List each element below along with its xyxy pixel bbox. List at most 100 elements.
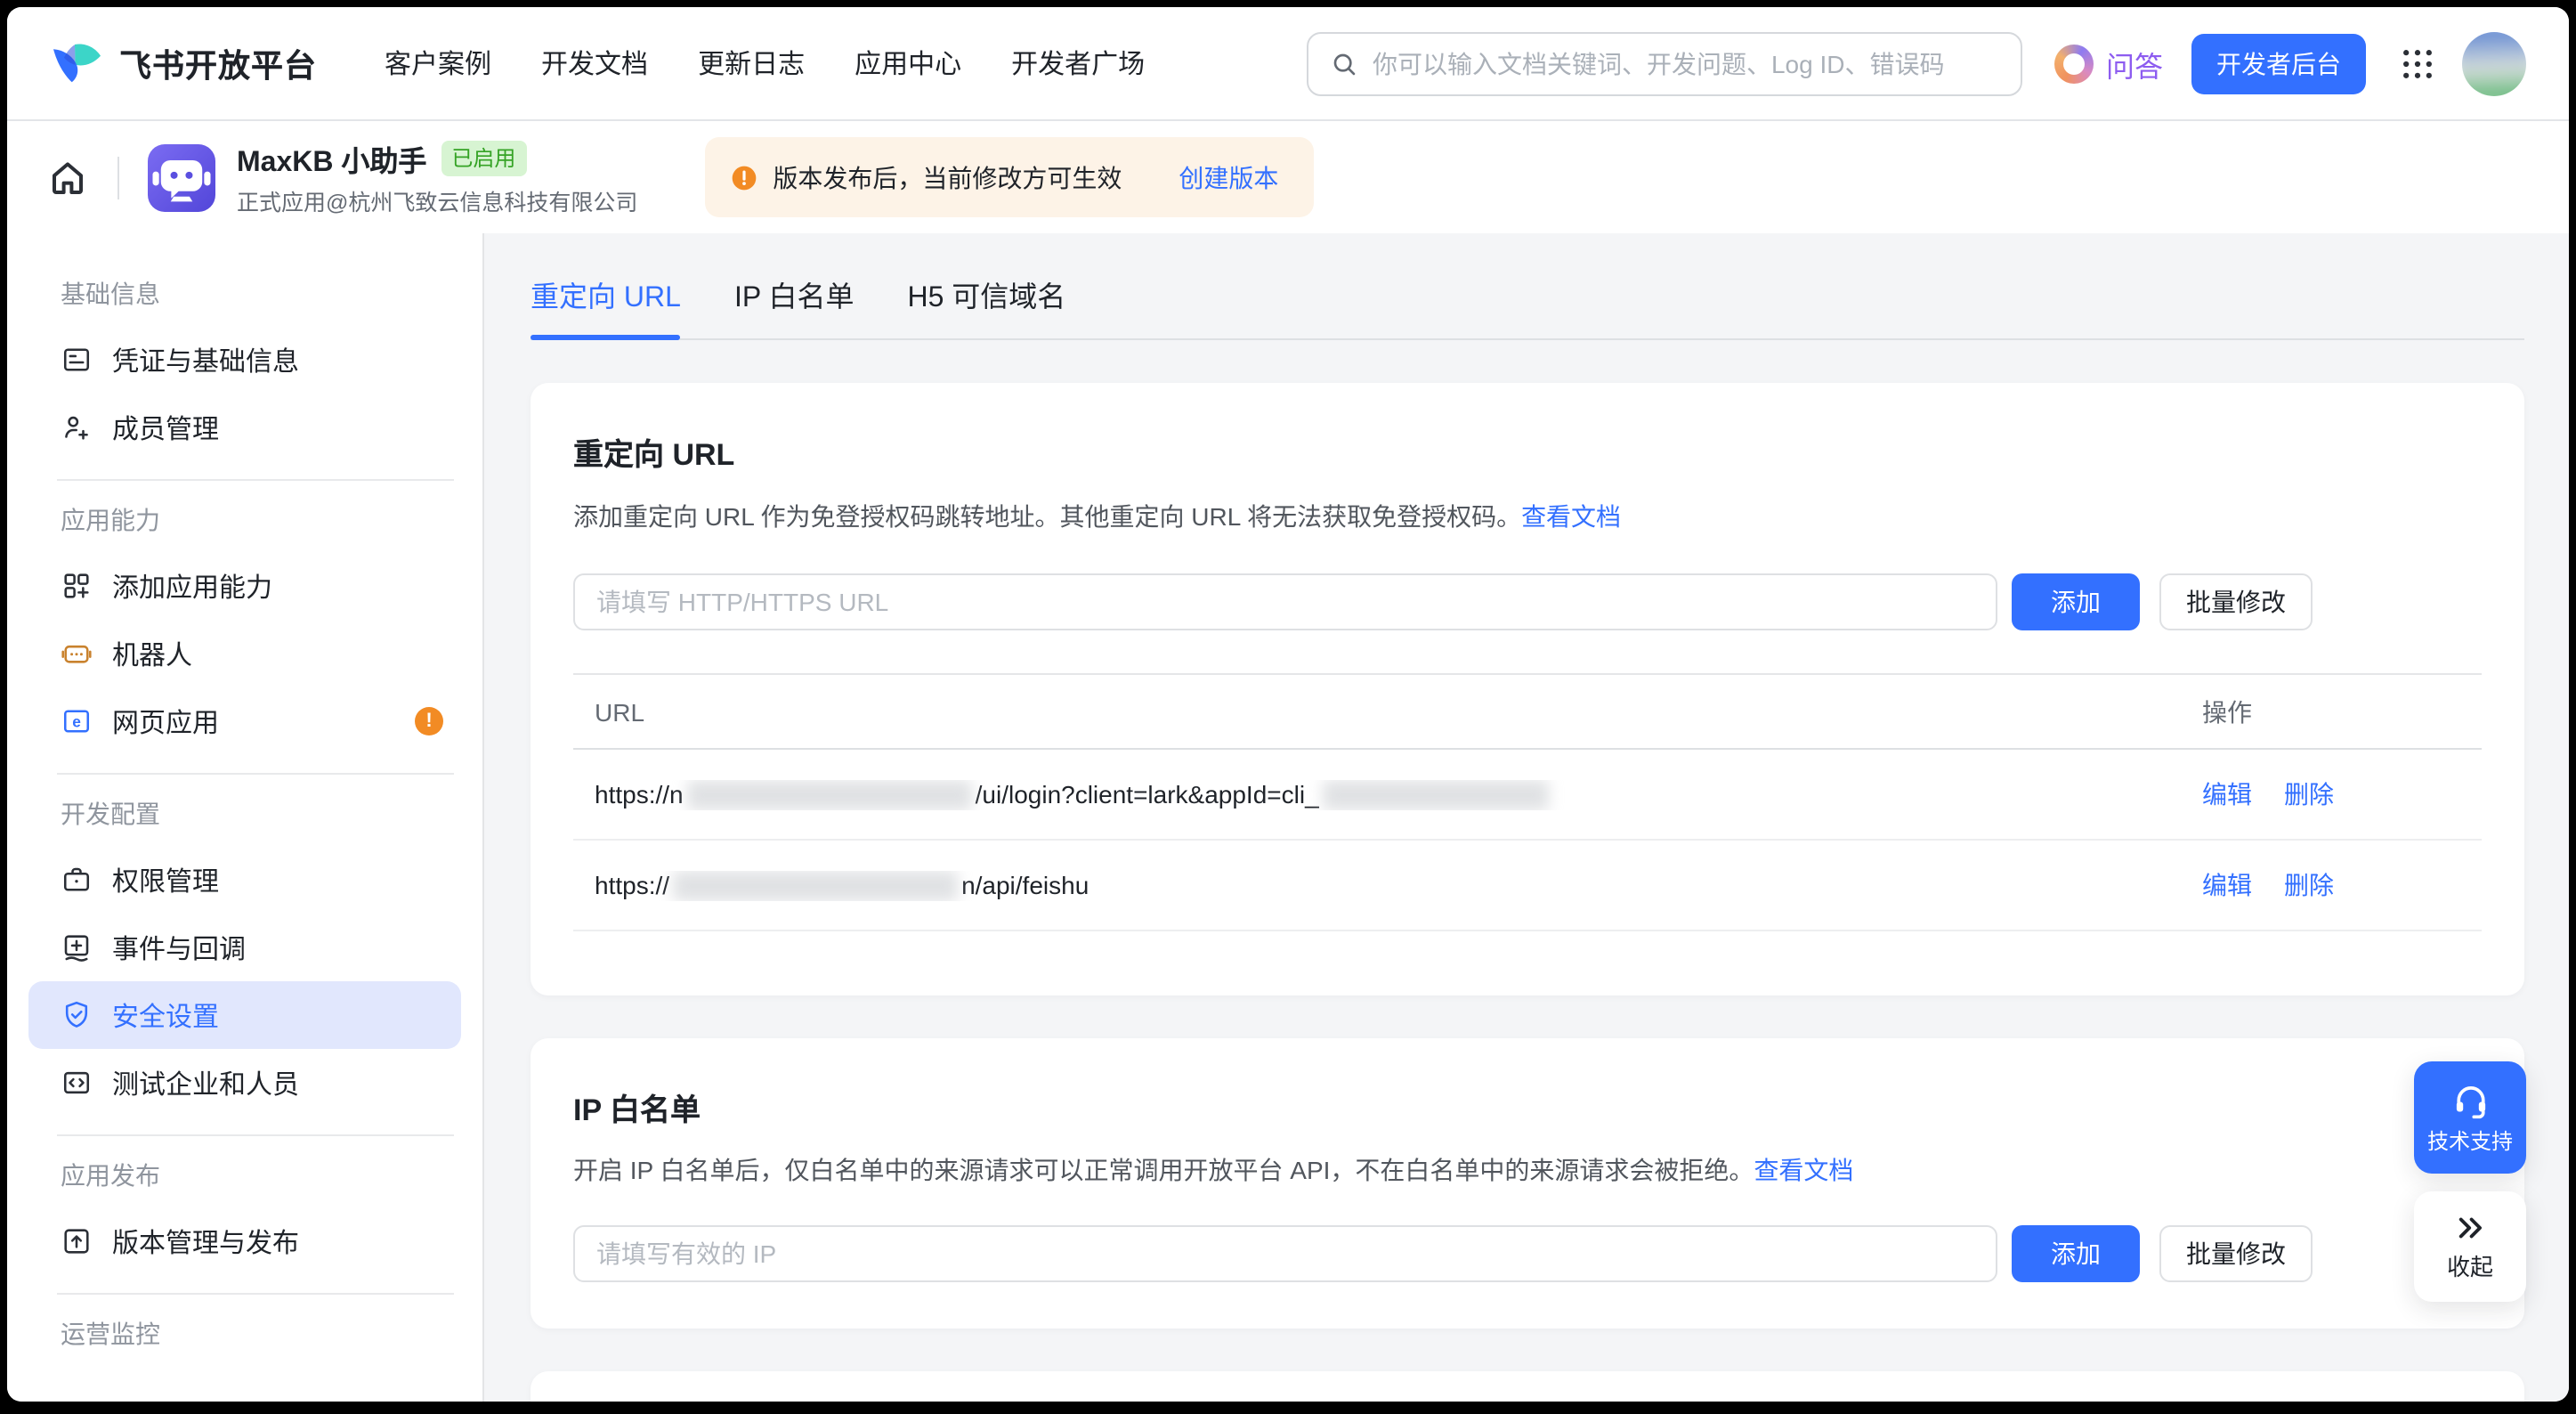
tech-support-button[interactable]: 技术支持 bbox=[2414, 1061, 2526, 1174]
sidebar-item-label: 测试企业和人员 bbox=[112, 1064, 299, 1101]
app-grid-icon[interactable] bbox=[2398, 44, 2437, 83]
batch-edit-button[interactable]: 批量修改 bbox=[2159, 573, 2313, 630]
card-title: IP 白名单 bbox=[573, 1085, 2482, 1129]
add-ip-button[interactable]: 添加 bbox=[2012, 1225, 2140, 1282]
sidebar-item-label: 机器人 bbox=[112, 635, 192, 672]
member-add-icon bbox=[61, 411, 93, 443]
qa-label: 问答 bbox=[2106, 42, 2163, 85]
search-icon bbox=[1330, 49, 1358, 77]
url-column-header: URL bbox=[573, 697, 2197, 726]
svg-text:e: e bbox=[72, 712, 81, 730]
sidebar: 基础信息凭证与基础信息成员管理应用能力添加应用能力机器人e网页应用!开发配置权限… bbox=[7, 233, 484, 1402]
tech-support-label: 技术支持 bbox=[2427, 1125, 2513, 1155]
sidebar-item-label: 添加应用能力 bbox=[112, 567, 272, 605]
search-input[interactable]: 你可以输入文档关键词、开发问题、Log ID、错误码 bbox=[1307, 31, 2022, 95]
view-docs-link[interactable]: 查看文档 bbox=[1521, 502, 1621, 531]
app-header-bar: MaxKB 小助手 已启用 正式应用@杭州飞致云信息科技有限公司 版本发布后，当… bbox=[7, 121, 2569, 233]
qa-swirl-icon bbox=[2054, 44, 2094, 83]
maxkb-app-icon bbox=[148, 143, 215, 211]
url-text: /ui/login?client=lark&appId=cli_ bbox=[976, 780, 1319, 809]
collapse-label: 收起 bbox=[2447, 1248, 2493, 1282]
tab-inactive[interactable]: H5 可信域名 bbox=[908, 272, 1066, 315]
ip-input[interactable] bbox=[573, 1225, 1997, 1282]
nav-item[interactable]: 更新日志 bbox=[698, 45, 805, 82]
add-url-button[interactable]: 添加 bbox=[2012, 573, 2140, 630]
grid-plus-icon bbox=[61, 570, 93, 602]
brand-title: 飞书开放平台 bbox=[119, 40, 317, 86]
nav-item[interactable]: 客户案例 bbox=[385, 45, 491, 82]
feishu-logo-icon bbox=[50, 37, 103, 90]
primary-nav: 客户案例 开发文档 更新日志 应用中心 开发者广场 bbox=[385, 45, 1145, 82]
banner-text: 版本发布后，当前修改方可生效 bbox=[773, 159, 1122, 195]
sidebar-item[interactable]: 权限管理 bbox=[28, 846, 461, 914]
sidebar-item-label: 网页应用 bbox=[112, 703, 219, 740]
sidebar-divider bbox=[57, 773, 454, 775]
sidebar-divider bbox=[57, 1134, 454, 1136]
browser-content: 飞书开放平台 客户案例 开发文档 更新日志 应用中心 开发者广场 你可以输入文档关键词、… bbox=[7, 7, 2569, 1402]
create-version-link[interactable]: 创建版本 bbox=[1179, 159, 1278, 195]
alert-badge: ! bbox=[415, 707, 443, 735]
url-text: n/api/feishu bbox=[961, 871, 1089, 899]
developer-console-button[interactable]: 开发者后台 bbox=[2191, 33, 2366, 93]
url-text: https:// bbox=[595, 871, 669, 899]
actions-column-header: 操作 bbox=[2197, 694, 2482, 729]
search-placeholder: 你可以输入文档关键词、开发问题、Log ID、错误码 bbox=[1373, 45, 1945, 81]
nav-item[interactable]: 应用中心 bbox=[855, 45, 961, 82]
security-tabs: 重定向 URL IP 白名单 H5 可信域名 bbox=[531, 233, 2524, 340]
code-icon bbox=[61, 1067, 93, 1099]
sidebar-section-label: 应用发布 bbox=[61, 1158, 450, 1193]
sidebar-item-label: 权限管理 bbox=[112, 861, 219, 898]
sidebar-item[interactable]: 安全设置 bbox=[28, 981, 461, 1049]
nav-item[interactable]: 开发者广场 bbox=[1011, 45, 1145, 82]
sidebar-item-label: 版本管理与发布 bbox=[112, 1223, 299, 1260]
url-table-row: https:// n/api/feishu 编辑删除 bbox=[573, 841, 2482, 931]
page: 飞书开放平台 客户案例 开发文档 更新日志 应用中心 开发者广场 你可以输入文档关键词、… bbox=[0, 0, 2576, 1414]
sidebar-item[interactable]: 事件与回调 bbox=[28, 914, 461, 981]
sidebar-section-label: 基础信息 bbox=[61, 276, 450, 312]
url-table-row: https://n/ui/login?client=lark&appId=cli… bbox=[573, 750, 2482, 841]
divider bbox=[117, 156, 119, 199]
sidebar-item[interactable]: 测试企业和人员 bbox=[28, 1049, 461, 1117]
sidebar-section-label: 应用能力 bbox=[61, 502, 450, 538]
double-chevron-right-icon bbox=[2453, 1211, 2487, 1245]
delete-link[interactable]: 删除 bbox=[2284, 867, 2334, 903]
briefcase-icon bbox=[61, 864, 93, 896]
url-cell: https:// n/api/feishu bbox=[573, 870, 2197, 900]
table-header: URL 操作 bbox=[573, 675, 2482, 750]
sidebar-item[interactable]: 成员管理 bbox=[28, 394, 461, 461]
view-docs-link[interactable]: 查看文档 bbox=[1754, 1156, 1853, 1184]
url-input-row: 添加 批量修改 bbox=[573, 573, 2482, 630]
url-input[interactable] bbox=[573, 573, 1997, 630]
tab-inactive[interactable]: IP 白名单 bbox=[734, 272, 855, 315]
user-avatar[interactable] bbox=[2462, 31, 2526, 95]
edit-link[interactable]: 编辑 bbox=[2202, 867, 2252, 903]
nav-item[interactable]: 开发文档 bbox=[541, 45, 648, 82]
sidebar-divider bbox=[57, 479, 454, 481]
app-info: MaxKB 小助手 已启用 正式应用@杭州飞致云信息科技有限公司 bbox=[237, 137, 637, 217]
ip-whitelist-card: IP 白名单 开启 IP 白名单后，仅白名单中的来源请求可以正常调用开放平台 A… bbox=[531, 1038, 2524, 1329]
delete-link[interactable]: 删除 bbox=[2284, 776, 2334, 812]
redacted-blur bbox=[673, 870, 958, 900]
actions-cell: 编辑删除 bbox=[2197, 776, 2482, 812]
card-title: 重定向 URL bbox=[573, 429, 2482, 474]
edit-link[interactable]: 编辑 bbox=[2202, 776, 2252, 812]
sidebar-item[interactable]: 版本管理与发布 bbox=[28, 1207, 461, 1275]
qa-button[interactable]: 问答 bbox=[2054, 42, 2163, 85]
event-callback-icon bbox=[61, 931, 93, 963]
sidebar-item[interactable]: e 网页应用! bbox=[28, 687, 461, 755]
url-table: URL 操作 https://n/ui/login?client=lark&ap… bbox=[573, 673, 2482, 931]
credential-card-icon bbox=[61, 344, 93, 376]
tab-active[interactable]: 重定向 URL bbox=[531, 272, 681, 315]
redirect-url-card: 重定向 URL 添加重定向 URL 作为免登授权码跳转地址。其他重定向 URL … bbox=[531, 383, 2524, 995]
sidebar-item-label: 事件与回调 bbox=[112, 929, 246, 966]
headset-icon bbox=[2450, 1080, 2490, 1119]
sidebar-item-label: 成员管理 bbox=[112, 409, 219, 446]
sidebar-item[interactable]: 凭证与基础信息 bbox=[28, 326, 461, 394]
sidebar-item[interactable]: 添加应用能力 bbox=[28, 552, 461, 620]
collapse-button[interactable]: 收起 bbox=[2414, 1191, 2526, 1302]
ip-input-row: 添加 批量修改 bbox=[573, 1225, 2482, 1282]
brand[interactable]: 飞书开放平台 bbox=[50, 37, 317, 90]
sidebar-item[interactable]: 机器人 bbox=[28, 620, 461, 687]
home-icon[interactable] bbox=[46, 156, 89, 199]
batch-edit-button[interactable]: 批量修改 bbox=[2159, 1225, 2313, 1282]
